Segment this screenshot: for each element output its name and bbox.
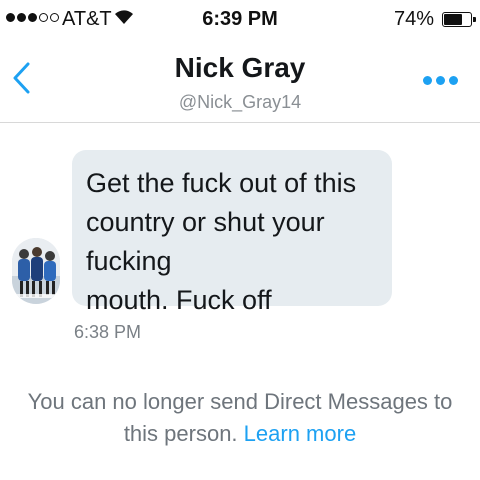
message-text-line: Get the fuck out of this	[86, 168, 357, 198]
dm-disabled-notice: You can no longer send Direct Messages t…	[20, 386, 460, 450]
avatar-photo	[12, 238, 60, 304]
message-timestamp: 6:38 PM	[74, 322, 142, 342]
notice-text: You can no longer send Direct Messages t…	[27, 389, 453, 446]
battery-fill	[444, 14, 463, 25]
avatar[interactable]	[12, 238, 60, 304]
dm-conversation-screen: AT&T 6:39 PM 74% Nick Gray @Nick_Gray14	[0, 0, 480, 480]
learn-more-link[interactable]: Learn more	[244, 421, 357, 446]
contact-handle: @Nick_Gray14	[178, 92, 302, 112]
battery-icon	[442, 12, 476, 27]
status-bar: AT&T 6:39 PM 74%	[0, 0, 480, 40]
message-bubble[interactable]: Get the fuck out of this country or shut…	[72, 150, 392, 315]
ellipsis-icon[interactable]	[423, 76, 458, 85]
message-text-line: mouth. Fuck off	[86, 285, 272, 315]
message-text-line: country or shut your fucking	[86, 207, 325, 276]
conversation-header: Nick Gray @Nick_Gray14	[0, 40, 480, 123]
contact-name[interactable]: Nick Gray	[0, 52, 480, 84]
battery-percent: 74%	[393, 8, 434, 30]
